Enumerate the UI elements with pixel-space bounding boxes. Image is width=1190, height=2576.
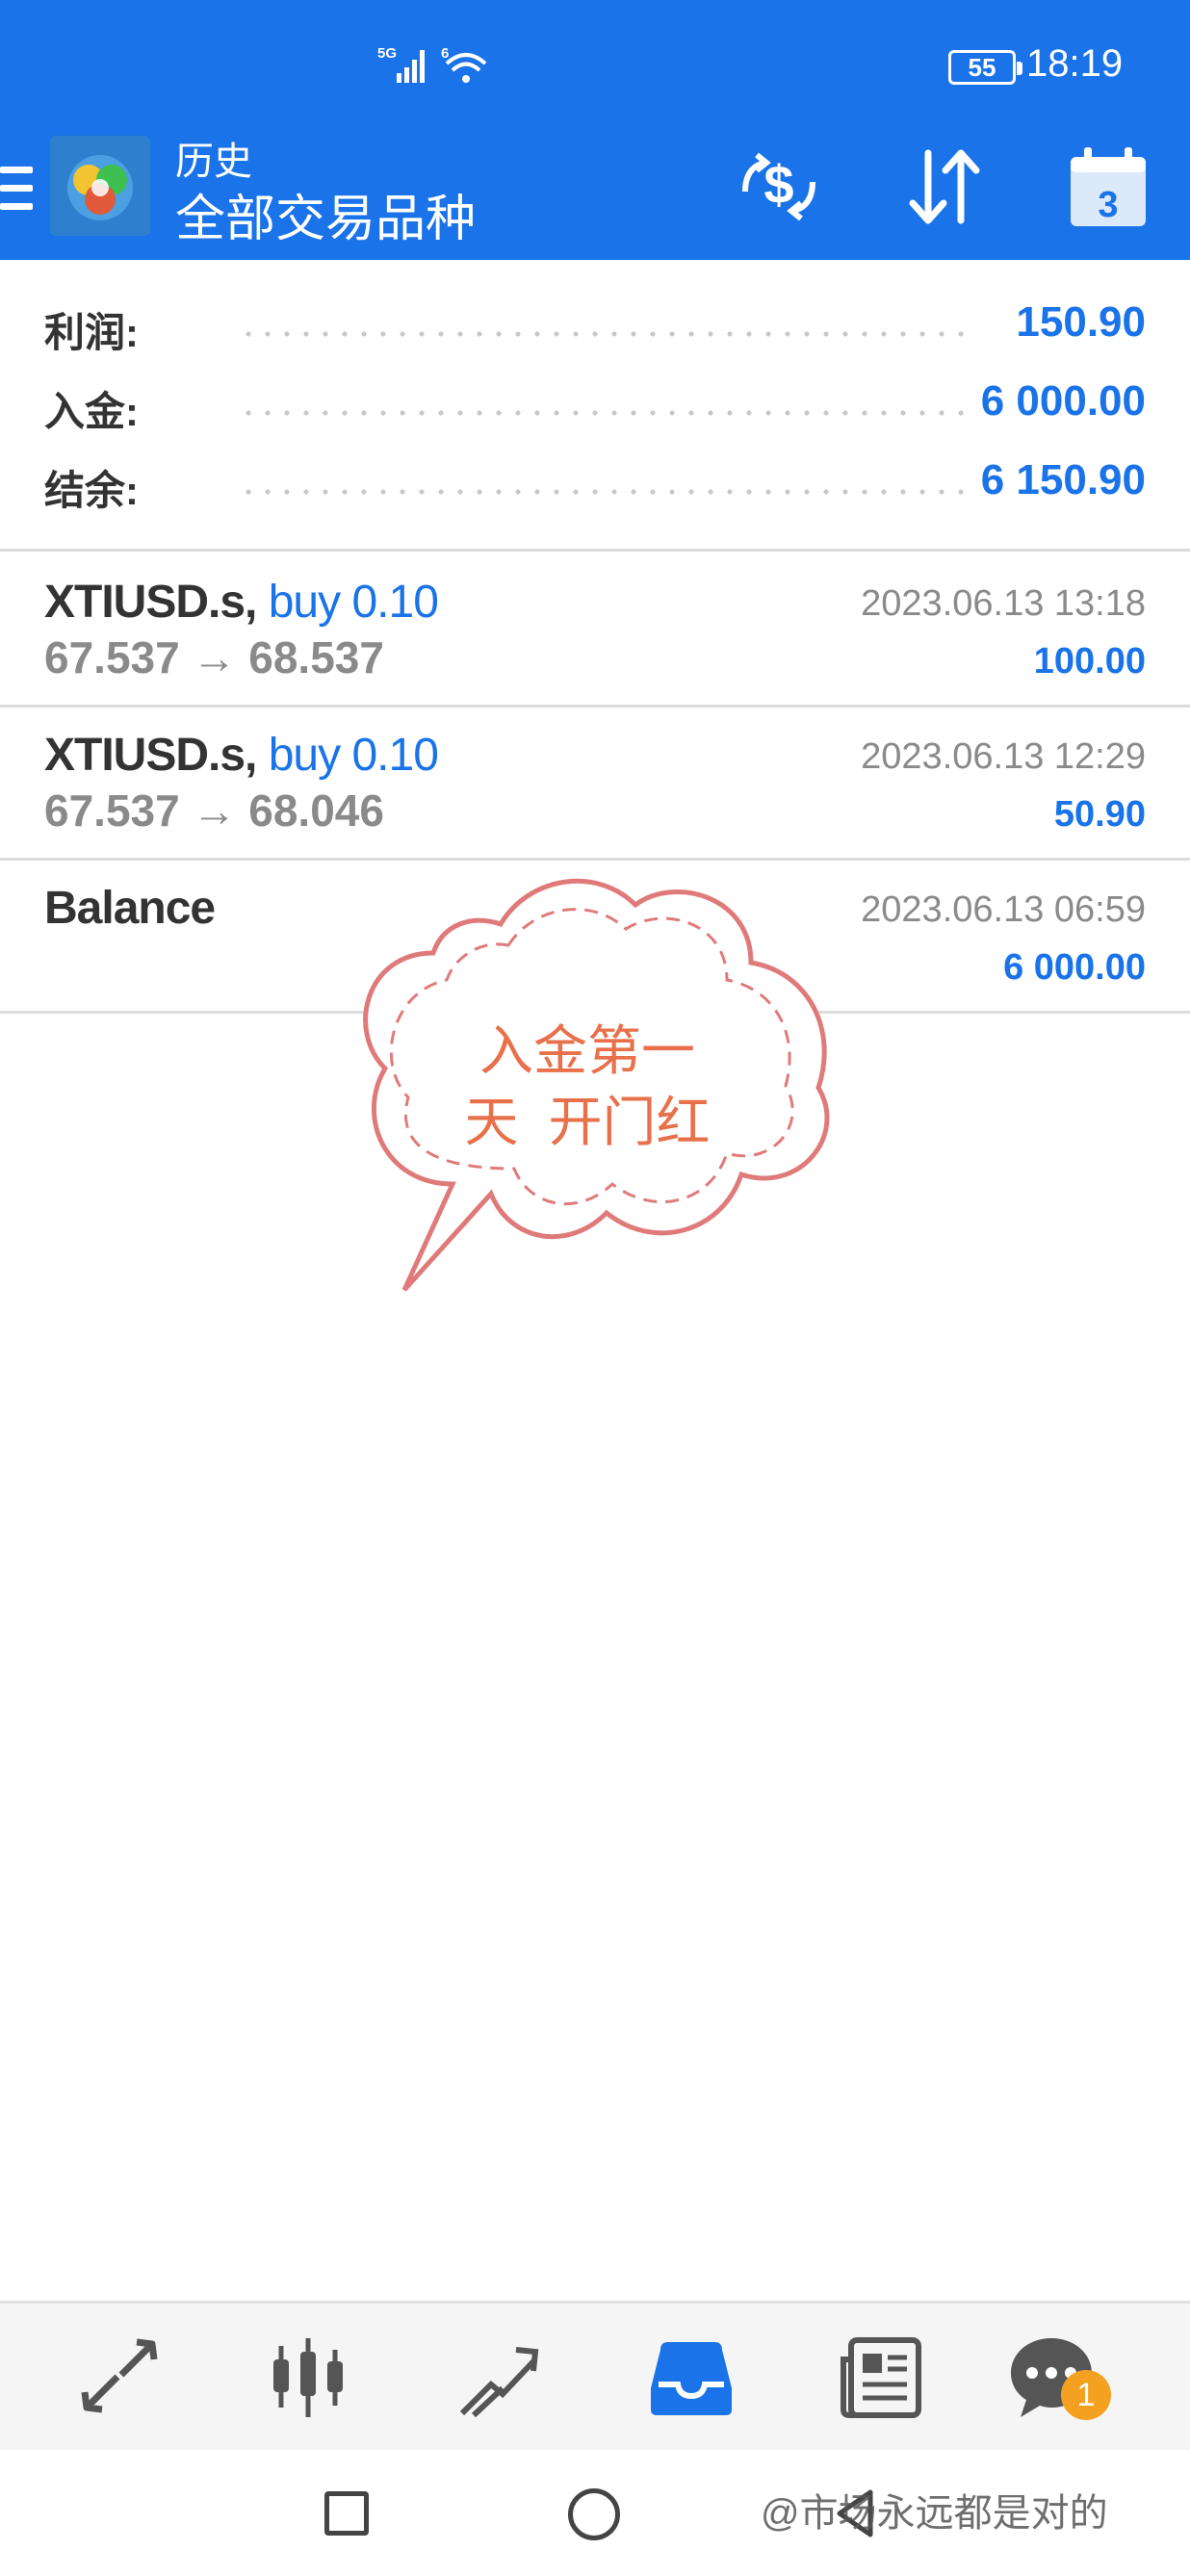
sticker-line-2: 天 开门红 xyxy=(464,1092,711,1152)
svg-text:6: 6 xyxy=(441,45,449,62)
sort-icon[interactable] xyxy=(901,143,988,230)
deal-symbol: XTIUSD.s, buy 0.10 xyxy=(44,576,439,629)
sticker-text: 入金第一 天 开门红 xyxy=(424,1016,751,1158)
recents-button[interactable] xyxy=(324,2491,369,2536)
signal-wifi-icon: 5G 6 xyxy=(377,45,487,83)
summary-label: 利润: xyxy=(44,310,139,355)
bottom-navigation xyxy=(0,2301,1190,2450)
sticker-line-1: 入金第一 xyxy=(479,1020,695,1081)
deal-time: 2023.06.13 06:59 xyxy=(861,889,1146,930)
deal-time: 2023.06.13 12:29 xyxy=(861,736,1146,777)
summary-deposit-row: 入金: 6 000.00 xyxy=(0,366,1190,445)
summary-label: 结余: xyxy=(44,468,139,513)
quotes-icon[interactable] xyxy=(73,2331,166,2423)
deal-type: buy 0.10 xyxy=(268,730,439,781)
home-button[interactable] xyxy=(568,2488,620,2540)
deposit-currency-icon[interactable]: $ xyxy=(736,143,822,230)
deal-symbol: Balance xyxy=(44,882,216,935)
menu-icon[interactable] xyxy=(0,167,33,222)
app-logo xyxy=(50,136,150,236)
deal-profit: 6 000.00 xyxy=(1003,947,1146,988)
dotted-leader xyxy=(239,489,969,495)
deal-time: 2023.06.13 13:18 xyxy=(861,583,1146,624)
deal-profit: 100.00 xyxy=(1033,641,1146,682)
deal-symbol-name: XTIUSD.s, xyxy=(44,577,257,628)
app-bar: 历史 全部交易品种 $ 3 xyxy=(0,130,1190,260)
summary-balance-row: 结余: 6 150.90 xyxy=(0,445,1190,524)
battery-indicator: 55 xyxy=(948,50,1022,85)
svg-text:5G: 5G xyxy=(377,45,397,62)
summary-value: 6 150.90 xyxy=(969,456,1146,504)
watermark: @市场永远都是对的 xyxy=(761,2492,1108,2535)
summary-value: 150.90 xyxy=(1004,298,1146,347)
deal-symbol: XTIUSD.s, buy 0.10 xyxy=(44,729,439,782)
calendar-day: 3 xyxy=(1098,185,1118,225)
deal-row[interactable]: XTIUSD.s, buy 0.10 67.537 → 68.537 2023.… xyxy=(0,554,1190,708)
chat-badge: 1 xyxy=(1061,2370,1111,2420)
summary-value: 6 000.00 xyxy=(969,377,1146,425)
dotted-leader xyxy=(239,410,969,416)
deal-type: buy 0.10 xyxy=(268,577,439,628)
deal-row[interactable]: XTIUSD.s, buy 0.10 67.537 → 68.046 2023.… xyxy=(0,708,1190,861)
trade-icon[interactable] xyxy=(453,2331,545,2423)
chart-icon[interactable] xyxy=(262,2331,354,2423)
dotted-leader xyxy=(239,331,969,337)
calendar-icon[interactable]: 3 xyxy=(1065,143,1151,230)
summary-label: 入金: xyxy=(44,389,139,434)
deal-symbol-name: XTIUSD.s, xyxy=(44,730,257,781)
deal-prices: 67.537 → 68.046 xyxy=(44,786,384,836)
status-time: 18:19 xyxy=(1026,42,1124,85)
deal-profit: 50.90 xyxy=(1053,794,1146,835)
summary-panel: 利润: 150.90 入金: 6 000.00 结余: 6 150.90 xyxy=(0,260,1190,552)
news-icon[interactable] xyxy=(836,2331,928,2423)
status-bar: 5G 6 55 18:19 xyxy=(0,0,1190,130)
symbol-filter[interactable]: 全部交易品种 xyxy=(175,178,476,250)
deal-symbol-name: Balance xyxy=(44,883,216,934)
summary-profit-row: 利润: 150.90 xyxy=(0,287,1190,366)
deal-prices: 67.537 → 68.537 xyxy=(44,632,384,683)
history-icon[interactable] xyxy=(645,2331,737,2423)
